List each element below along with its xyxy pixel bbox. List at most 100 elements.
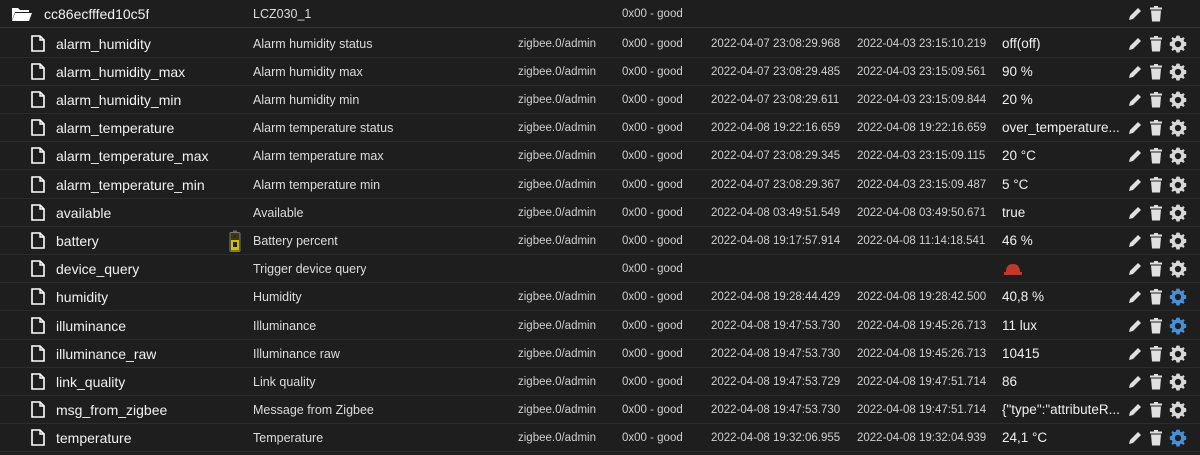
state-last-change: 2022-04-08 19:45:26.713 [857,347,987,360]
delete-icon[interactable] [1148,232,1164,249]
state-from: zigbee.0/admin [518,65,596,78]
state-last-change: 2022-04-03 23:15:09.115 [857,150,986,163]
device-quality: 0x00 - good [622,8,683,20]
edit-icon[interactable] [1127,402,1143,418]
state-name: Battery percent [253,233,338,248]
delete-icon[interactable] [1148,91,1164,108]
state-row[interactable]: alarm_temperature_max Alarm temperature m… [0,142,1200,171]
state-last-change: 2022-04-03 23:15:09.561 [857,65,987,78]
gear-active-icon[interactable] [1169,429,1187,447]
state-row[interactable]: humidity Humidity zigbee.0/admin 0x00 - goo… [0,283,1200,312]
gear-icon[interactable] [1169,91,1187,109]
edit-icon[interactable] [1127,346,1143,362]
state-value: 10415 [1002,345,1040,361]
gear-icon[interactable] [1169,260,1187,278]
file-icon [31,344,45,362]
state-quality: 0x00 - good [622,291,683,304]
state-name: Alarm temperature max [253,149,384,164]
state-row[interactable]: alarm_humidity_min Alarm humidity min zigb… [0,86,1200,114]
state-row[interactable]: alarm_humidity Alarm humidity status zigbe… [0,30,1200,58]
delete-icon[interactable] [1148,148,1164,164]
delete-icon[interactable] [1148,120,1164,136]
delete-icon[interactable] [1148,430,1164,446]
state-value: 11 lux [1002,317,1038,333]
state-from: zigbee.0/admin [518,432,596,445]
state-name: Trigger device query [253,262,367,277]
state-row[interactable]: alarm_temperature Alarm temperature statu… [0,114,1200,143]
gear-icon[interactable] [1169,147,1187,165]
state-quality: 0x00 - good [622,404,683,417]
state-last-change: 2022-04-08 03:49:50.671 [857,206,987,219]
gear-icon[interactable] [1169,176,1187,194]
edit-icon[interactable] [1127,261,1143,277]
edit-icon[interactable] [1127,374,1143,390]
delete-icon[interactable] [1148,373,1164,390]
state-from: zigbee.0/admin [518,291,596,304]
delete-icon[interactable] [1148,6,1164,22]
folder-open-icon[interactable] [11,6,33,22]
gear-icon[interactable] [1169,401,1187,419]
state-row[interactable]: msg_from_zigbee Message from Zigbee zigbee… [0,396,1200,425]
edit-icon[interactable] [1127,233,1143,249]
state-name: Humidity [253,290,302,305]
edit-icon[interactable] [1127,177,1143,193]
gear-icon[interactable] [1169,63,1187,81]
delete-icon[interactable] [1148,402,1164,418]
state-quality: 0x00 - good [622,375,683,388]
state-row[interactable]: battery Battery percent zigbee.0/admin 0x00… [0,227,1200,255]
edit-icon[interactable] [1127,205,1143,221]
gear-icon[interactable] [1169,345,1187,363]
trigger-button-icon[interactable] [1004,263,1022,276]
state-row[interactable]: link_quality Link quality zigbee.0/admin 0x… [0,368,1200,396]
edit-icon[interactable] [1127,148,1143,164]
state-quality: 0x00 - good [622,122,683,135]
state-row[interactable]: illuminance Illuminance zigbee.0/admin 0x00… [0,312,1200,340]
gear-icon[interactable] [1169,232,1187,250]
state-value: 24,1 °C [1002,430,1048,446]
state-row[interactable]: device_query Trigger device query 0x00 - g… [0,255,1200,284]
state-from: zigbee.0/admin [518,404,596,417]
state-id: alarm_temperature_max [56,148,209,165]
state-name: Alarm temperature status [253,121,394,136]
state-timestamp: 2022-04-08 19:47:53.730 [711,347,841,360]
state-value: off(off) [1002,35,1041,51]
state-quality: 0x00 - good [622,37,683,50]
state-row[interactable]: alarm_humidity_max Alarm humidity max zigb… [0,58,1200,86]
gear-icon[interactable] [1169,35,1187,53]
state-row[interactable]: temperature Temperature zigbee.0/admin 0x00… [0,424,1200,453]
state-row[interactable]: available Available zigbee.0/admin 0x00 - g… [0,199,1200,227]
delete-icon[interactable] [1148,176,1164,193]
delete-icon[interactable] [1148,204,1164,221]
state-quality: 0x00 - good [622,263,683,276]
device-name: LCZ030_1 [253,7,312,21]
gear-icon[interactable] [1169,204,1187,222]
delete-icon[interactable] [1148,63,1164,80]
state-quality: 0x00 - good [622,206,683,219]
gear-active-icon[interactable] [1169,317,1187,335]
file-icon [31,401,45,418]
state-timestamp: 2022-04-07 23:08:29.968 [711,37,841,50]
edit-icon[interactable] [1127,64,1143,80]
delete-icon[interactable] [1148,317,1164,334]
state-id: available [56,204,112,221]
edit-icon[interactable] [1127,6,1143,22]
delete-icon[interactable] [1148,289,1164,305]
state-last-change: 2022-04-08 19:47:51.714 [857,375,987,388]
state-row[interactable]: alarm_temperature_min Alarm temperature m… [0,171,1200,199]
state-id: alarm_temperature [56,120,175,137]
edit-icon[interactable] [1127,36,1143,52]
delete-icon[interactable] [1148,345,1164,362]
gear-icon[interactable] [1169,119,1187,137]
device-row[interactable]: cc86ecfffed10c5f LCZ030_1 0x00 - good [0,0,1200,28]
edit-icon[interactable] [1127,289,1143,305]
delete-icon[interactable] [1148,261,1164,277]
edit-icon[interactable] [1127,430,1143,446]
gear-active-icon[interactable] [1169,288,1187,306]
delete-icon[interactable] [1148,35,1164,52]
edit-icon[interactable] [1127,92,1143,108]
state-row[interactable]: illuminance_raw Illuminance raw zigbee.0/a… [0,340,1200,368]
state-quality: 0x00 - good [622,319,683,332]
edit-icon[interactable] [1127,120,1143,136]
gear-icon[interactable] [1169,373,1187,391]
edit-icon[interactable] [1127,318,1143,334]
